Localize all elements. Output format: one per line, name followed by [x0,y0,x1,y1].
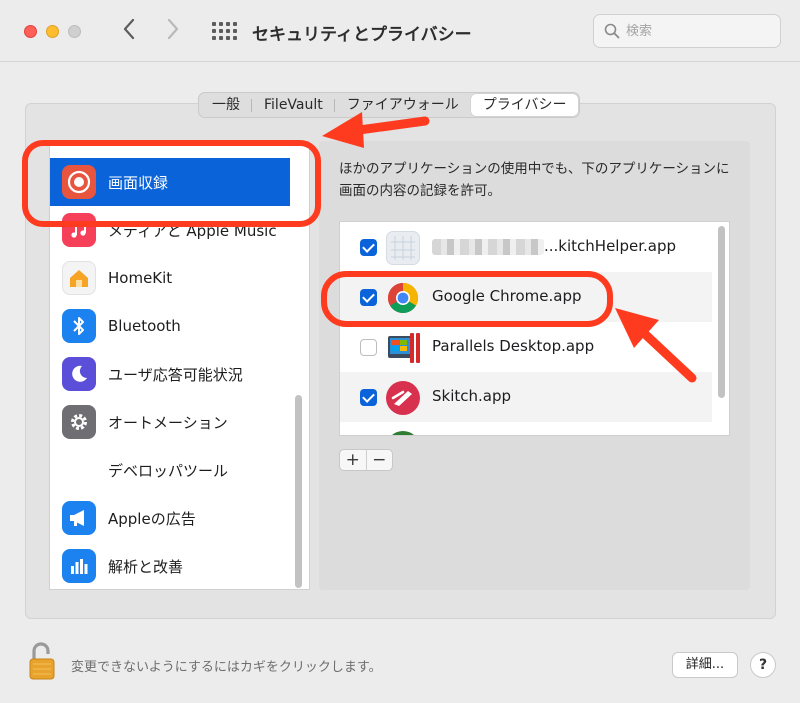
minimize-window-button[interactable] [46,25,59,38]
sidebar-item-apple-ads[interactable]: Appleの広告 [50,494,290,542]
blurred-app-icon [386,231,420,265]
sidebar-item-screen-recording[interactable]: 画面収録 [50,158,290,206]
sidebar-item-focus-status[interactable]: ユーザ応答可能状況 [50,350,290,398]
toolbar: セキュリティとプライバシー [0,0,800,62]
chevron-left-icon [123,18,135,40]
permission-checkbox[interactable] [360,289,377,306]
app-row[interactable]: Parallels Desktop.app [340,322,712,372]
app-row-partial[interactable] [340,422,712,435]
show-all-grid-button[interactable] [212,22,237,40]
app-icon [386,431,420,435]
moon-icon [62,357,96,391]
permission-checkbox[interactable] [360,239,377,256]
chevron-right-icon [167,18,179,40]
window-title: セキュリティとプライバシー [252,25,472,45]
app-permission-list[interactable]: ...kitchHelper.app Google Chrome.app Par… [339,221,730,436]
chart-icon [62,549,96,583]
chrome-icon [386,281,420,315]
permission-checkbox[interactable] [360,339,377,356]
advanced-details-button[interactable]: 詳細... [672,652,738,678]
privacy-category-list[interactable]: 画面収録 メディアと Apple Music HomeKit Bluetooth… [49,141,310,590]
app-name: ...kitchHelper.app [544,237,677,255]
help-button[interactable]: ? [750,652,776,678]
sidebar-item-label: ユーザ応答可能状況 [108,365,243,384]
sidebar-item-label: メディアと Apple Music [108,221,277,240]
back-button[interactable] [118,18,140,44]
skitch-icon [386,381,420,415]
sidebar-item-label: 解析と改善 [108,557,184,576]
tab-general[interactable]: 一般 [200,94,252,116]
sidebar-item-developer-tools[interactable]: デベロッパツール [50,446,290,494]
sidebar-item-label: 画面収録 [108,173,169,192]
search-input[interactable] [626,21,766,41]
forward-button[interactable] [162,18,184,44]
gear-icon [62,405,96,439]
app-list-scrollbar[interactable] [718,226,725,398]
parallels-icon [386,331,420,365]
zoom-window-button[interactable] [68,25,81,38]
search-icon [604,23,620,39]
scrollbar-thumb[interactable] [295,395,302,588]
megaphone-icon [62,501,96,535]
close-window-button[interactable] [24,25,37,38]
app-name: Google Chrome.app [432,287,582,305]
sidebar-item-homekit[interactable]: HomeKit [50,254,290,302]
unlocked-padlock-icon[interactable] [28,641,58,681]
sidebar-item-analytics[interactable]: 解析と改善 [50,542,290,589]
app-row[interactable]: ...kitchHelper.app [340,222,712,272]
app-row[interactable]: Skitch.app [340,372,712,422]
sidebar-item-label: Bluetooth [108,317,181,335]
music-icon [62,213,96,247]
sidebar-item-bluetooth[interactable]: Bluetooth [50,302,290,350]
redacted-name [432,239,544,255]
sidebar-item-label: オートメーション [108,413,228,432]
sidebar-item-automation[interactable]: オートメーション [50,398,290,446]
tab-firewall[interactable]: ファイアウォール [335,94,471,116]
app-icon [62,142,96,145]
home-icon [62,261,96,295]
sidebar-item-partial[interactable] [50,142,290,152]
sidebar-scrollbar[interactable] [293,395,304,588]
sidebar-item-label: デベロッパツール [108,461,229,480]
sidebar-item-label: HomeKit [108,269,173,287]
tab-filevault[interactable]: FileVault [252,94,335,116]
remove-app-button[interactable]: − [367,450,393,470]
search-field[interactable] [593,14,781,48]
lock-hint-text: 変更できないようにするにはカギをクリックします。 [71,660,382,675]
permission-checkbox[interactable] [360,389,377,406]
add-remove-control: + − [339,449,393,471]
sidebar-item-label: Appleの広告 [108,509,196,528]
app-name: Skitch.app [432,387,512,405]
tab-privacy[interactable]: プライバシー [470,94,579,116]
sidebar-item-media-music[interactable]: メディアと Apple Music [50,206,290,254]
bluetooth-icon [62,309,96,343]
screen-record-icon [62,165,96,199]
permission-description: ほかのアプリケーションの使用中でも、下のアプリケーションに画面の内容の記録を許可… [339,161,730,199]
add-app-button[interactable]: + [340,450,367,470]
app-row[interactable]: Google Chrome.app [340,272,712,322]
app-name: Parallels Desktop.app [432,337,595,355]
tab-bar: 一般 FileVault ファイアウォール プライバシー [198,92,581,118]
